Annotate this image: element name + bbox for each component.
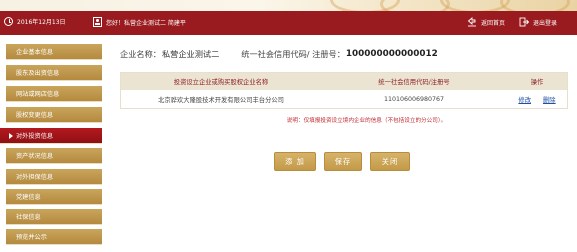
home-icon (467, 17, 476, 27)
home-link-label: 返回首页 (481, 19, 506, 27)
cell-company-name: 北京骅欢大隆股技术开发有限公司丰台分公司 (158, 96, 284, 104)
sidebar-item-label: 对外担保信息 (16, 174, 54, 181)
sidebar-item-label: 企业基本信息 (16, 49, 54, 56)
header-bar: 2016年12月13日 您好！私营企业测试二 简建平 返回首页 退出登录 (0, 11, 577, 35)
sidebar-item-guarantee[interactable]: 对外担保信息 (6, 169, 102, 185)
close-button[interactable]: 关闭 (370, 152, 410, 171)
date-text: 2016年12月13日 (17, 19, 66, 26)
sidebar-item-assets[interactable]: 资产状况信息 (6, 148, 102, 164)
sidebar-item-shareholders[interactable]: 股东及出资信息 (6, 65, 102, 81)
add-button[interactable]: 添 加 (274, 152, 316, 171)
investment-table: 投资设立企业或购买股权企业名称 统一社会信用代码/注册号 操作 北京骅欢大隆股技… (120, 72, 568, 109)
logout-link-label: 退出登录 (533, 19, 558, 27)
decor-swirl (500, 0, 570, 11)
sidebar-item-label: 对外投资信息 (16, 133, 54, 140)
header-date: 2016年12月13日 (4, 17, 66, 26)
sidebar-item-label: 党建信息 (16, 194, 41, 201)
sidebar: 企业基本信息 股东及出资信息 网站或网店信息 股权变更信息 对外投资信息 资产状… (0, 44, 102, 252)
edit-link[interactable]: 修改 (518, 95, 531, 104)
sidebar-item-label: 股东及出资信息 (16, 70, 60, 77)
clock-icon (4, 17, 13, 26)
sidebar-item-website[interactable]: 网站或网店信息 (6, 86, 102, 102)
company-name-value: 私营企业测试二 (161, 49, 220, 59)
column-header-company: 投资设立企业或购买股权企业名称 (173, 79, 269, 86)
home-link[interactable]: 返回首页 (467, 17, 505, 27)
user-info-text: 您好！私营企业测试二 简建平 (106, 19, 186, 27)
active-arrow-icon (9, 132, 13, 139)
sidebar-item-party[interactable]: 党建信息 (6, 189, 102, 205)
note-text-wrap: 说明：仅填报投资设立境内企业的信息（不包括设立的分公司）。 (0, 116, 577, 124)
credit-code-label: 统一社会信用代码/ 注册号： (241, 49, 345, 59)
sidebar-item-label: 资产状况信息 (16, 153, 54, 160)
company-info: 企业名称： 私营企业测试二 统一社会信用代码/ 注册号： 10000000000… (120, 48, 438, 60)
save-button[interactable]: 保存 (324, 152, 362, 171)
sidebar-item-label: 预览并公示 (16, 234, 47, 241)
delete-link[interactable]: 删除 (543, 95, 556, 104)
cell-operations: 修改 删除 (507, 90, 567, 108)
table-row: 北京骅欢大隆股技术开发有限公司丰台分公司 110106006980767 修改 … (121, 90, 567, 108)
sidebar-item-label: 社保信息 (16, 214, 41, 221)
column-header-operation: 操作 (530, 79, 544, 86)
sidebar-item-basic-info[interactable]: 企业基本信息 (6, 44, 102, 60)
header-user: 您好！私营企业测试二 简建平 (93, 17, 186, 27)
table-header: 投资设立企业或购买股权企业名称 统一社会信用代码/注册号 操作 (121, 73, 567, 90)
sidebar-item-label: 网站或网店信息 (16, 91, 60, 98)
exit-icon (519, 17, 529, 27)
cell-credit-code: 110106006980767 (383, 95, 445, 103)
column-header-code: 统一社会信用代码/注册号 (378, 79, 450, 86)
note-text: 说明：仅填报投资设立境内企业的信息（不包括设立的分公司）。 (286, 118, 447, 124)
logout-link[interactable]: 退出登录 (519, 17, 557, 27)
sidebar-item-investment[interactable]: 对外投资信息 (0, 128, 102, 144)
sidebar-item-social-security[interactable]: 社保信息 (6, 209, 102, 225)
company-name-label: 企业名称： (120, 49, 161, 59)
credit-code-value: 100000000000012 (345, 49, 438, 59)
user-icon (93, 17, 102, 27)
sidebar-item-preview[interactable]: 预览并公示 (6, 229, 102, 245)
top-decoration (0, 0, 577, 11)
